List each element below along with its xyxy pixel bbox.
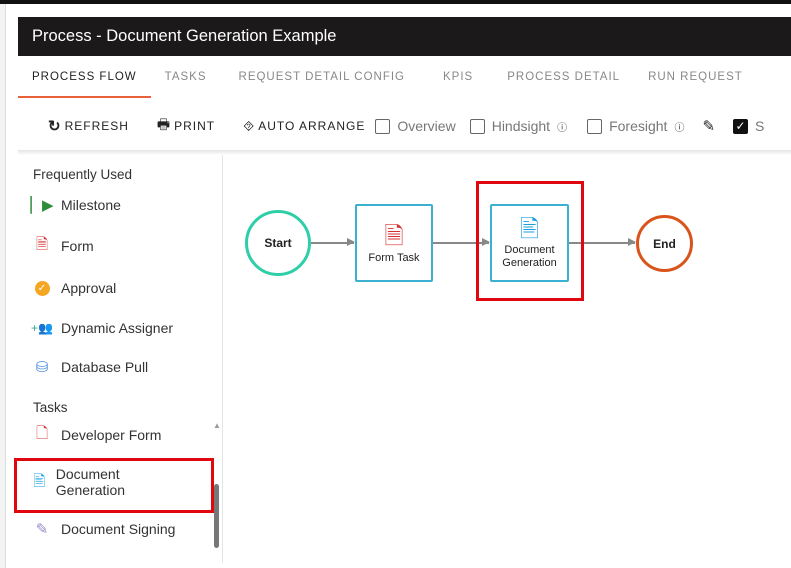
tab-bar: PROCESS FLOW TASKS REQUEST DETAIL CONFIG… <box>18 56 791 98</box>
flag-icon: ▏▶ <box>30 197 54 214</box>
database-icon: ⛁ <box>35 359 49 376</box>
sidebar-item-milestone[interactable]: ▏▶ Milestone <box>30 196 213 214</box>
refresh-button[interactable]: ↻ REFRESH <box>48 117 129 135</box>
section-frequently-used: Frequently Used <box>33 167 133 182</box>
form-icon: 🗎 <box>384 222 404 250</box>
start-node[interactable]: Start <box>245 210 311 276</box>
signing-pen-icon: ✎ <box>35 521 49 538</box>
foresight-checkbox[interactable]: Foresight ⓘ <box>587 118 684 134</box>
sidebar-item-form[interactable]: 🗎 Form <box>33 235 213 255</box>
sidebar-item-approval[interactable]: ✓ Approval <box>33 279 213 297</box>
sidebar-item-dynamic-assigner[interactable]: +👥 Dynamic Assigner <box>31 319 213 337</box>
refresh-icon: ↻ <box>48 118 62 135</box>
eraser-icon[interactable]: ✎ <box>702 117 715 135</box>
sidebar-item-database-pull[interactable]: ⛁ Database Pull <box>33 358 213 376</box>
hindsight-checkbox[interactable]: Hindsight ⓘ <box>469 118 567 134</box>
form-task-node[interactable]: 🗎 Form Task <box>355 204 433 282</box>
section-tasks: Tasks <box>33 400 68 415</box>
tab-run-request[interactable]: RUN REQUEST <box>634 56 757 98</box>
highlight-box-sidebar <box>14 458 214 513</box>
overview-checkbox[interactable]: Overview <box>375 118 456 134</box>
top-edge <box>0 0 791 4</box>
hierarchy-icon: ⯑ <box>243 117 256 134</box>
approval-badge-icon: ✓ <box>33 279 51 297</box>
truncated-checkbox[interactable]: ✓ S <box>733 118 764 134</box>
info-icon[interactable]: ⓘ <box>674 119 684 134</box>
developer-form-icon: 🗋 <box>35 424 49 442</box>
page-title: Process - Document Generation Example <box>18 17 791 56</box>
sidebar-item-document-signing[interactable]: ✎ Document Signing <box>33 520 213 538</box>
checkbox-box[interactable] <box>375 118 391 134</box>
checkbox-box[interactable] <box>469 118 485 134</box>
tab-request-detail-config[interactable]: REQUEST DETAIL CONFIG <box>221 56 425 98</box>
edge-start-form <box>311 239 355 245</box>
end-node[interactable]: End <box>636 215 693 272</box>
sidebar-scrollbar[interactable] <box>214 484 219 548</box>
tab-process-detail[interactable]: PROCESS DETAIL <box>493 56 634 98</box>
tab-tasks[interactable]: TASKS <box>151 56 221 98</box>
auto-arrange-button[interactable]: ⯑ AUTO ARRANGE <box>243 118 365 135</box>
info-icon[interactable]: ⓘ <box>557 119 567 134</box>
sidebar-item-developer-form[interactable]: 🗋 Developer Form <box>33 424 213 444</box>
tab-kpis[interactable]: KPIS <box>425 56 493 98</box>
checkbox-box-checked[interactable]: ✓ <box>733 118 749 134</box>
highlight-box-node <box>476 181 584 301</box>
tab-process-flow[interactable]: PROCESS FLOW <box>18 56 151 98</box>
scroll-up-arrow[interactable]: ▲ <box>213 421 221 430</box>
toolbar: ↻ REFRESH 🖶 PRINT ⯑ AUTO ARRANGE Overview H… <box>18 104 791 148</box>
add-users-icon: +👥 <box>31 321 53 335</box>
form-icon: 🗎 <box>35 235 49 253</box>
checkbox-box[interactable] <box>587 118 603 134</box>
print-button[interactable]: 🖶 PRINT <box>157 114 215 138</box>
printer-icon: 🖶 <box>156 116 172 132</box>
left-edge <box>0 4 6 568</box>
